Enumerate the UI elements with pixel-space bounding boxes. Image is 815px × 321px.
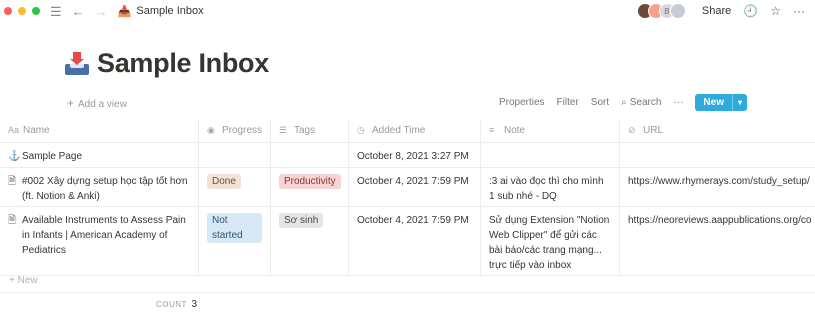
status-badge: Not started (207, 213, 262, 243)
added-time-cell[interactable]: October 4, 2021 7:59 PM (349, 168, 481, 206)
forward-arrow-icon[interactable]: → (95, 5, 108, 18)
anchor-page-icon: ⚓ (8, 151, 21, 162)
search-button[interactable]: ⌕ Search (621, 97, 661, 108)
add-view-label: Add a view (78, 99, 127, 110)
tags-cell[interactable]: Productivity (271, 168, 349, 206)
added-time-cell[interactable]: October 4, 2021 7:59 PM (349, 207, 481, 275)
add-view-button[interactable]: + Add a view (67, 96, 127, 110)
note-cell[interactable] (481, 143, 620, 167)
page-header: Sample Inbox (64, 48, 269, 79)
collaborator-avatars[interactable]: B (636, 3, 686, 19)
select-property-icon: ◉ (207, 125, 215, 135)
column-label: Tags (294, 125, 316, 136)
progress-cell[interactable]: Done (199, 168, 271, 206)
search-icon: ⌕ (621, 97, 627, 108)
chevron-down-icon[interactable]: ▾ (731, 94, 747, 111)
column-header-url[interactable]: ⊘ URL (620, 119, 815, 142)
updates-clock-icon[interactable]: 🕘 (743, 4, 758, 18)
window-controls (4, 7, 40, 15)
zoom-window-button[interactable] (32, 7, 40, 15)
sidebar-menu-icon[interactable]: ☰ (50, 5, 62, 18)
name-cell[interactable]: 🗎 Available Instruments to Assess Pain i… (0, 207, 199, 275)
status-badge: Done (207, 174, 241, 189)
database-table: Aa Name ◉ Progress ☰ Tags ◷ Added Time ≡ Note… (0, 119, 815, 276)
more-options-icon[interactable]: ··· (793, 4, 805, 18)
page-name[interactable]: Available Instruments to Assess Pain in … (22, 213, 190, 258)
document-icon: 🗎 (8, 176, 17, 187)
plus-icon: + (67, 96, 75, 110)
column-label: Progress (222, 125, 263, 136)
added-time-cell[interactable]: October 8, 2021 3:27 PM (349, 143, 481, 167)
close-window-button[interactable] (4, 7, 12, 15)
minimize-window-button[interactable] (18, 7, 26, 15)
clock-property-icon: ◷ (357, 125, 365, 135)
text-property-icon: Aa (8, 125, 20, 135)
url-cell[interactable]: https://www.rhymerays.com/study_setup/ (620, 168, 815, 206)
tag-badge: Sơ sinh (279, 213, 324, 228)
share-button[interactable]: Share (702, 5, 731, 17)
text-lines-icon: ≡ (489, 125, 495, 135)
add-row-label: New (17, 275, 38, 286)
tags-cell[interactable]: Sơ sinh (271, 207, 349, 275)
table-row[interactable]: ⚓ Sample Page October 8, 2021 3:27 PM (0, 143, 815, 168)
column-label: Note (504, 125, 526, 136)
column-header-name[interactable]: Aa Name (0, 119, 199, 142)
back-arrow-icon[interactable]: ← (72, 5, 85, 18)
favorite-star-icon[interactable]: ☆ (770, 4, 781, 18)
table-header-row: Aa Name ◉ Progress ☰ Tags ◷ Added Time ≡ Note… (0, 119, 815, 143)
name-cell[interactable]: ⚓ Sample Page (0, 143, 199, 167)
column-header-added-time[interactable]: ◷ Added Time (349, 119, 481, 142)
name-cell[interactable]: 🗎 #002 Xây dựng setup học tập tốt hơn (f… (0, 168, 199, 206)
progress-cell[interactable]: Not started (199, 207, 271, 275)
url-cell[interactable]: https://neoreviews.aappublications.org/c… (620, 207, 815, 275)
database-toolbar: Properties Filter Sort ⌕ Search ··· New … (499, 94, 747, 111)
column-label: URL (643, 125, 664, 136)
url-cell[interactable] (620, 143, 815, 167)
inbox-tray-icon: 📥 (117, 5, 132, 18)
avatar (669, 3, 686, 19)
count-label: COUNT (156, 300, 187, 309)
table-row[interactable]: 🗎 #002 Xây dựng setup học tập tốt hơn (f… (0, 168, 815, 207)
count-value: 3 (191, 299, 198, 310)
column-label: Name (23, 125, 50, 136)
add-row-button[interactable]: + New (0, 271, 815, 293)
page-title[interactable]: Sample Inbox (97, 48, 269, 79)
page-name[interactable]: Sample Page (22, 149, 82, 164)
page-name[interactable]: #002 Xây dựng setup học tập tốt hơn (ft.… (22, 174, 190, 204)
link-icon: ⊘ (628, 125, 636, 135)
column-header-note[interactable]: ≡ Note (481, 119, 620, 142)
tag-badge: Productivity (279, 174, 341, 189)
list-property-icon: ☰ (279, 125, 288, 135)
breadcrumb-label: Sample Inbox (136, 5, 204, 17)
more-options-icon[interactable]: ··· (673, 97, 683, 108)
plus-icon: + (9, 275, 18, 286)
note-cell[interactable]: Sử dụng Extension "Notion Web Clipper" đ… (481, 207, 620, 275)
breadcrumb[interactable]: 📥 Sample Inbox (118, 5, 204, 18)
sort-button[interactable]: Sort (591, 97, 609, 108)
properties-button[interactable]: Properties (499, 97, 545, 108)
count-summary[interactable]: COUNT 3 (156, 299, 198, 310)
document-icon: 🗎 (8, 215, 17, 226)
column-header-progress[interactable]: ◉ Progress (199, 119, 271, 142)
window-topbar: ☰ ← → 📥 Sample Inbox B Share 🕘 ☆ ··· (0, 0, 815, 22)
column-label: Added Time (372, 125, 426, 136)
table-row[interactable]: 🗎 Available Instruments to Assess Pain i… (0, 207, 815, 276)
inbox-tray-icon[interactable] (64, 51, 90, 76)
filter-button[interactable]: Filter (557, 97, 579, 108)
search-label: Search (629, 97, 662, 108)
column-header-tags[interactable]: ☰ Tags (271, 119, 349, 142)
note-cell[interactable]: :3 ai vào đọc thì cho mình 1 sub nhé - D… (481, 168, 620, 206)
tags-cell[interactable] (271, 143, 349, 167)
new-button-label[interactable]: New (695, 94, 732, 111)
progress-cell[interactable] (199, 143, 271, 167)
new-record-button[interactable]: New ▾ (695, 94, 747, 111)
